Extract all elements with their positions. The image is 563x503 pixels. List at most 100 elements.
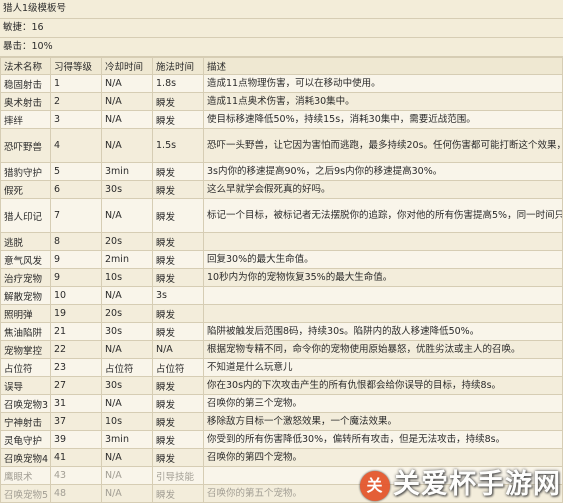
spell-name-cell: 宁神射击 [0,412,51,431]
spell-name-cell: 照明弹 [0,304,51,323]
cast-time-cell: N/A [152,340,204,359]
learn-level-cell: 39 [50,430,102,449]
learn-level-cell: 37 [50,412,102,431]
sheet-title: 猎人1级模板号 [0,0,563,19]
spell-name-cell: 恐吓野兽 [0,128,51,163]
cooldown-cell: 10s [101,412,153,431]
table-header-row: 法术名称 习得等级 冷却时间 施法时间 描述 [0,57,563,75]
description-cell: 召唤你的第三个宠物。 [203,394,563,413]
spell-name-cell: 治疗宠物 [0,268,51,287]
table-row: 逃脱 8 20s 瞬发 [0,232,563,251]
description-cell: 回复30%的最大生命值。 [203,250,563,269]
description-cell: 移除敌方目标一个激怒效果，一个魔法效果。 [203,412,563,431]
table-row: 灵龟守护 39 3min 瞬发 你受到的所有伤害降低30%，偏转所有攻击，但是无法攻击，… [0,430,563,449]
watermark-text: 关爱杯手游网 [393,469,561,500]
spell-name-cell: 占位符 [0,358,51,377]
learn-level-cell: 2 [50,92,102,111]
cast-time-cell: 瞬发 [152,412,204,431]
cooldown-cell: N/A [101,198,153,233]
spell-name-cell: 奥术射击 [0,92,51,111]
table-row: 稳固射击 1 N/A 1.8s 造成11点物理伤害，可以在移动中使用。 [0,74,563,93]
site-watermark: 关关爱杯手游网 [360,462,561,501]
learn-level-cell: 5 [50,162,102,181]
cooldown-cell: 3min [101,162,153,181]
learn-level-cell: 22 [50,340,102,359]
table-row: 猎人印记 7 N/A 瞬发 标记一个目标，被标记者无法摆脱你的追踪，你对他的所有伤害提高… [0,198,563,233]
table-row: 召唤宠物3 31 N/A 瞬发 召唤你的第三个宠物。 [0,394,563,413]
col-header-name: 法术名称 [0,57,51,75]
cooldown-cell: 3min [101,430,153,449]
description-cell: 使目标移速降低50%，持续15s，消耗30集中，需要近战范围。 [203,110,563,129]
col-header-level: 习得等级 [50,57,102,75]
table-row: 照明弹 19 20s 瞬发 [0,304,563,323]
cast-time-cell: 瞬发 [152,110,204,129]
cast-time-cell: 瞬发 [152,322,204,341]
spell-name-cell: 召唤宠物3 [0,394,51,413]
learn-level-cell: 1 [50,74,102,93]
spell-name-cell: 猎豹守护 [0,162,51,181]
table-row: 宁神射击 37 10s 瞬发 移除敌方目标一个激怒效果，一个魔法效果。 [0,412,563,431]
description-cell: 造成11点奥术伤害，消耗30集中。 [203,92,563,111]
crit-stat: 暴击：10% [0,38,563,57]
cast-time-cell: 1.5s [152,128,204,163]
learn-level-cell: 10 [50,286,102,305]
learn-level-cell: 43 [50,466,102,485]
cooldown-cell: 10s [101,268,153,287]
col-header-cooldown: 冷却时间 [101,57,153,75]
learn-level-cell: 9 [50,250,102,269]
cast-time-cell: 1.8s [152,74,204,93]
table-row: 解散宠物 10 N/A 3s [0,286,563,305]
cast-time-cell: 3s [152,286,204,305]
learn-level-cell: 23 [50,358,102,377]
cooldown-cell: N/A [101,110,153,129]
spell-name-cell: 灵龟守护 [0,430,51,449]
spell-name-cell: 摔绊 [0,110,51,129]
cooldown-cell: 2min [101,250,153,269]
col-header-desc: 描述 [203,57,563,75]
cooldown-cell: N/A [101,394,153,413]
learn-level-cell: 19 [50,304,102,323]
description-cell [203,232,563,251]
spell-name-cell: 解散宠物 [0,286,51,305]
description-cell: 不知道是什么玩意儿 [203,358,563,377]
learn-level-cell: 9 [50,268,102,287]
cast-time-cell: 瞬发 [152,304,204,323]
description-cell: 陷阱被触发后范围8码，持续30s。陷阱内的敌人移速降低50%。 [203,322,563,341]
cast-time-cell: 瞬发 [152,376,204,395]
cooldown-cell: N/A [101,74,153,93]
cast-time-cell: 瞬发 [152,198,204,233]
table-row: 摔绊 3 N/A 瞬发 使目标移速降低50%，持续15s，消耗30集中，需要近战范围。 [0,110,563,129]
table-row: 宠物掌控 22 N/A N/A 根据宠物专精不同，命令你的宠物使用原始暴怒，优胜劣汰或主… [0,340,563,359]
cast-time-cell: 瞬发 [152,448,204,467]
col-header-cast: 施法时间 [152,57,204,75]
table-row: 假死 6 30s 瞬发 这么早就学会假死真的好吗。 [0,180,563,199]
table-row: 恐吓野兽 4 N/A 1.5s 恐吓一头野兽，让它因为害怕而逃跑，最多持续20s。任何伤… [0,128,563,163]
cooldown-cell: N/A [101,128,153,163]
cast-time-cell: 瞬发 [152,92,204,111]
spell-name-cell: 意气风发 [0,250,51,269]
description-cell: 10秒内为你的宠物恢复35%的最大生命值。 [203,268,563,287]
spell-name-cell: 焦油陷阱 [0,322,51,341]
table-row: 误导 27 30s 瞬发 你在30s内的下次攻击产生的所有仇恨都会给你误导的目标，持续8… [0,376,563,395]
cast-time-cell: 瞬发 [152,180,204,199]
cast-time-cell: 瞬发 [152,268,204,287]
cast-time-cell: 瞬发 [152,162,204,181]
cooldown-cell: 占位符 [101,358,153,377]
table-row: 猎豹守护 5 3min 瞬发 3s内你的移速提高90%，之后9s内你的移速提高30%。 [0,162,563,181]
description-cell: 3s内你的移速提高90%，之后9s内你的移速提高30%。 [203,162,563,181]
table-row: 意气风发 9 2min 瞬发 回复30%的最大生命值。 [0,250,563,269]
learn-level-cell: 8 [50,232,102,251]
spell-name-cell: 猎人印记 [0,198,51,233]
cast-time-cell: 瞬发 [152,430,204,449]
cooldown-cell: N/A [101,92,153,111]
spell-name-cell: 宠物掌控 [0,340,51,359]
spell-name-cell: 误导 [0,376,51,395]
cooldown-cell: 30s [101,322,153,341]
cast-time-cell: 引导技能 [152,466,204,485]
description-cell: 标记一个目标，被标记者无法摆脱你的追踪，你对他的所有伤害提高5%，同一时间只可以… [203,198,563,233]
cooldown-cell: N/A [101,466,153,485]
description-cell [203,286,563,305]
learn-level-cell: 6 [50,180,102,199]
skill-table: 法术名称 习得等级 冷却时间 施法时间 描述 稳固射击 1 N/A 1.8s 造成11点… [0,57,563,503]
spell-name-cell: 稳固射击 [0,74,51,93]
